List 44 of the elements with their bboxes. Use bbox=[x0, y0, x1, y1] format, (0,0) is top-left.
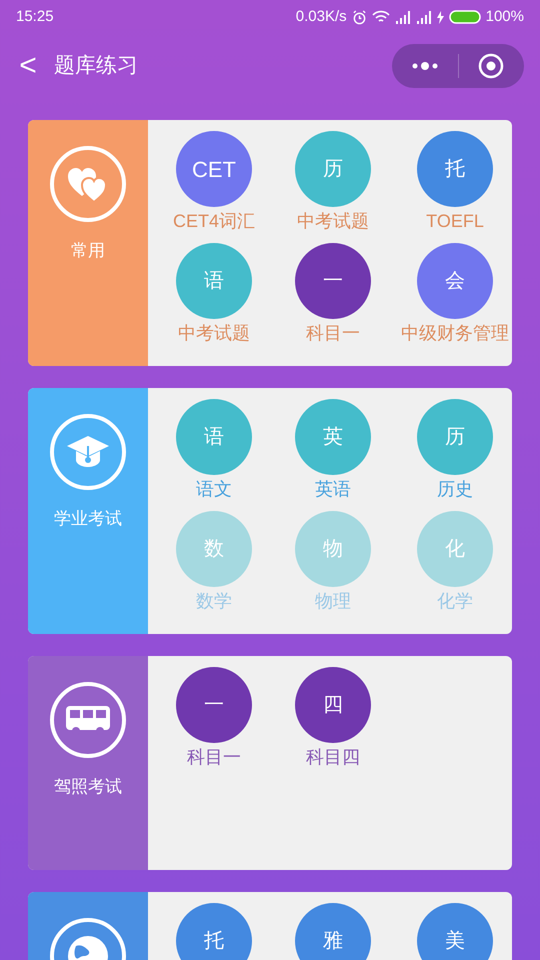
quiz-item[interactable]: 语 语文 bbox=[154, 399, 274, 501]
subject-label: 科目四 bbox=[306, 746, 360, 769]
category-name: 驾照考试 bbox=[54, 776, 122, 798]
subject-label: 物理 bbox=[315, 590, 351, 613]
subject-label: 中考试题 bbox=[178, 322, 250, 345]
signal-icon bbox=[416, 10, 432, 24]
quiz-item[interactable]: 语 中考试题 bbox=[154, 243, 274, 345]
charging-icon bbox=[436, 10, 444, 24]
quiz-item[interactable]: 美 bbox=[392, 903, 512, 960]
quiz-item[interactable]: 一 科目一 bbox=[274, 243, 392, 345]
subject-label: 科目一 bbox=[306, 322, 360, 345]
subject-label: CET4词汇 bbox=[172, 210, 255, 233]
more-icon bbox=[410, 62, 439, 70]
subject-label: 数学 bbox=[196, 590, 232, 613]
subject-label: TOEFL bbox=[426, 210, 484, 233]
battery-icon bbox=[448, 10, 481, 24]
quiz-item[interactable]: 雅 bbox=[274, 903, 392, 960]
page-title: 题库练习 bbox=[54, 53, 138, 80]
quiz-item[interactable]: 会 中级财务管理 bbox=[392, 243, 512, 345]
back-button[interactable]: < bbox=[16, 51, 40, 81]
wifi-icon bbox=[372, 10, 390, 24]
signal-icon bbox=[394, 10, 411, 24]
category-name: 常用 bbox=[71, 240, 105, 262]
quiz-item[interactable]: 历 历史 bbox=[392, 399, 512, 501]
quiz-item[interactable]: CET CET4词汇 bbox=[154, 131, 274, 233]
subject-label: 科目一 bbox=[187, 746, 241, 769]
target-icon bbox=[478, 53, 504, 79]
alarm-icon bbox=[352, 10, 367, 24]
quiz-item[interactable]: 英 英语 bbox=[274, 399, 392, 501]
quiz-item[interactable]: 一 科目一 bbox=[154, 667, 274, 769]
subject-label: 化学 bbox=[437, 590, 473, 613]
quiz-item[interactable]: 历 中考试题 bbox=[274, 131, 392, 233]
subject-label: 中级财务管理 bbox=[401, 322, 509, 345]
subject-label: 英语 bbox=[315, 478, 351, 501]
quiz-item[interactable]: 托 TOEFL bbox=[392, 131, 512, 233]
quiz-item[interactable]: 四 科目四 bbox=[274, 667, 392, 769]
category-name: 学业考试 bbox=[54, 508, 122, 530]
network-speed: 0.03K/s bbox=[296, 6, 347, 27]
subject-label: 中考试题 bbox=[297, 210, 369, 233]
battery-level: 100% bbox=[486, 6, 524, 27]
subject-label: 历史 bbox=[437, 478, 473, 501]
subject-label: 语文 bbox=[196, 478, 232, 501]
status-time: 15:25 bbox=[16, 6, 54, 27]
quiz-item[interactable]: 托 bbox=[154, 903, 274, 960]
